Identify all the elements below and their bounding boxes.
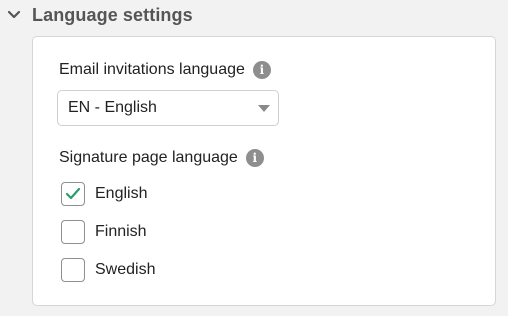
email-language-label-row: Email invitations language i xyxy=(59,61,271,79)
signature-language-label: Signature page language xyxy=(59,149,238,166)
email-language-label: Email invitations language xyxy=(59,61,245,78)
language-option-english[interactable]: English xyxy=(61,182,147,206)
signature-language-label-row: Signature page language i xyxy=(59,149,264,167)
language-settings-panel: Email invitations language i EN - Englis… xyxy=(32,36,496,306)
swedish-label: Swedish xyxy=(95,261,156,278)
finnish-checkbox[interactable] xyxy=(61,220,85,244)
swedish-checkbox[interactable] xyxy=(61,258,85,282)
email-language-selected-value: EN - English xyxy=(68,99,157,116)
section-title: Language settings xyxy=(32,4,193,25)
finnish-label: Finnish xyxy=(95,223,147,240)
dropdown-arrow-icon xyxy=(258,105,270,112)
email-language-select[interactable]: EN - English xyxy=(57,90,279,126)
english-label: English xyxy=(95,185,148,202)
info-icon[interactable]: i xyxy=(245,149,264,167)
chevron-down-icon xyxy=(2,0,26,30)
english-checkbox[interactable] xyxy=(61,182,85,206)
language-option-finnish[interactable]: Finnish xyxy=(61,220,147,244)
language-option-swedish[interactable]: Swedish xyxy=(61,258,155,282)
info-icon[interactable]: i xyxy=(252,61,271,79)
language-settings-toggle[interactable]: Language settings xyxy=(0,0,193,30)
checkmark-icon xyxy=(65,187,81,200)
